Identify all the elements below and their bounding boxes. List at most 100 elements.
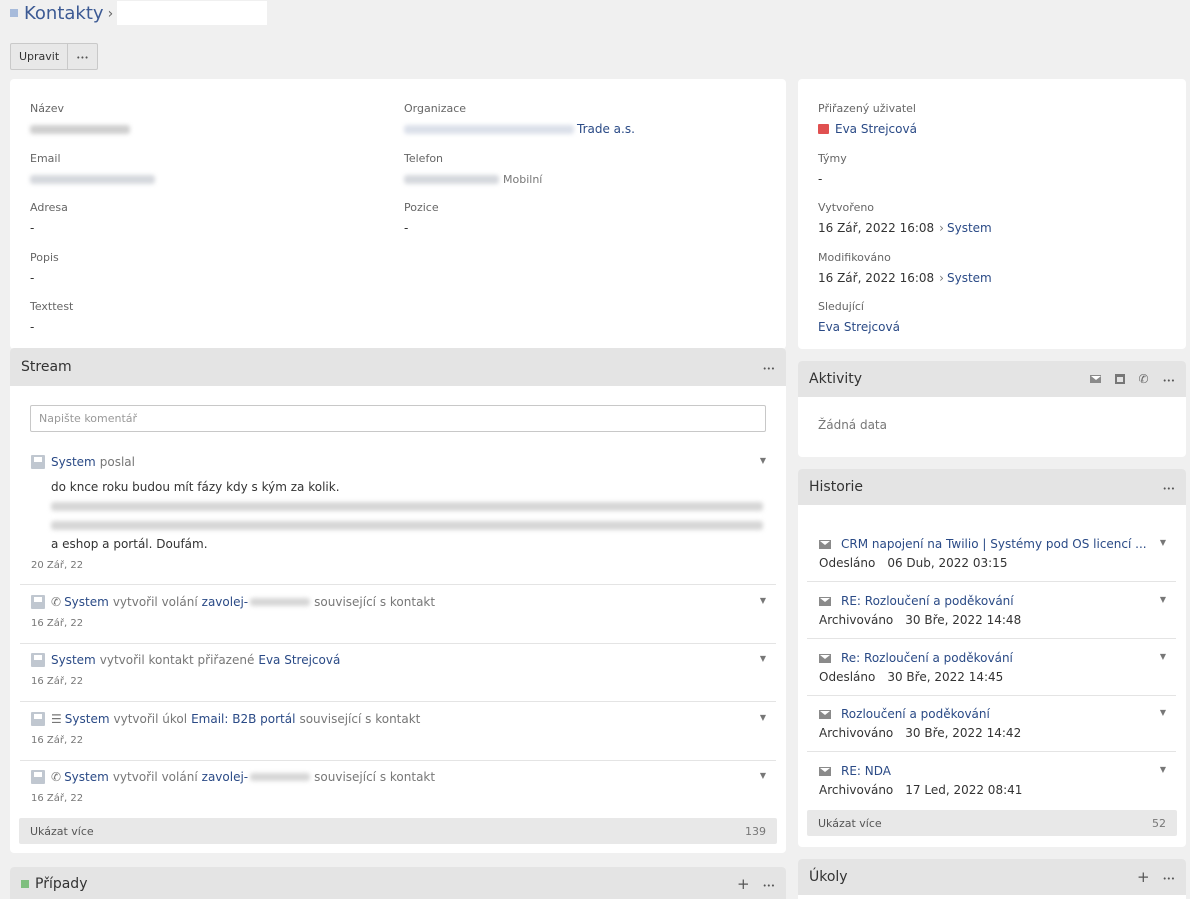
- system-avatar-icon: [31, 595, 45, 609]
- history-panel: Historie CRM napojení na Twilio | Systém…: [798, 469, 1186, 847]
- name-value: [30, 122, 130, 136]
- history-item-link[interactable]: Rozloučení a poděkování: [841, 707, 990, 721]
- history-caret-icon[interactable]: ▼: [1160, 765, 1166, 774]
- cases-menu-icon[interactable]: [763, 878, 775, 891]
- more-actions-button[interactable]: [67, 44, 96, 69]
- edit-button[interactable]: Upravit: [11, 44, 67, 69]
- history-item-link[interactable]: Re: Rozloučení a poděkování: [841, 651, 1013, 665]
- compose-email-icon[interactable]: [1089, 375, 1101, 383]
- position-label: Pozice: [404, 201, 439, 214]
- note-caret-icon[interactable]: ▼: [760, 596, 766, 605]
- modified-value: 16 Zář, 2022 16:08 › System: [818, 271, 992, 285]
- note-date: 16 Zář, 22: [31, 618, 84, 629]
- email-icon: [819, 766, 831, 776]
- activities-title: Aktivity: [809, 371, 863, 387]
- breadcrumb-module[interactable]: Kontakty: [24, 3, 104, 24]
- assigned-label: Přiřazený uživatel: [818, 102, 916, 115]
- teams-label: Týmy: [818, 152, 847, 165]
- note-date: 16 Zář, 22: [31, 793, 84, 804]
- phone-type: Mobilní: [503, 172, 543, 186]
- post-user-link[interactable]: System: [51, 455, 96, 469]
- field-teams: Týmy -: [818, 152, 847, 186]
- add-task-icon[interactable]: +: [1137, 868, 1150, 886]
- history-caret-icon[interactable]: ▼: [1160, 652, 1166, 661]
- history-item-link[interactable]: CRM napojení na Twilio | Systémy pod OS …: [841, 537, 1147, 551]
- post-caret-icon[interactable]: ▼: [760, 456, 766, 465]
- history-status: Odesláno: [819, 556, 876, 570]
- email-value[interactable]: [30, 172, 155, 186]
- modified-by-link[interactable]: System: [947, 271, 992, 285]
- note-call-link[interactable]: zavolej-: [202, 595, 248, 609]
- cases-color-icon: [21, 880, 29, 888]
- phone-label: Telefon: [404, 152, 444, 165]
- address-value: -: [30, 221, 35, 235]
- note-user-link[interactable]: System: [51, 653, 96, 667]
- name-label: Název: [30, 102, 65, 115]
- note-tail: související s kontakt: [299, 712, 421, 726]
- field-assigned-user: Přiřazený uživatel Eva Strejcová: [818, 102, 917, 136]
- stream-show-more-button[interactable]: Ukázat více 139: [19, 818, 777, 844]
- note-call-link[interactable]: zavolej-: [202, 770, 248, 784]
- note-caret-icon[interactable]: ▼: [760, 771, 766, 780]
- add-case-icon[interactable]: +: [737, 875, 750, 893]
- tasks-header: Úkoly +: [798, 859, 1186, 895]
- field-address: Adresa -: [30, 201, 68, 235]
- assigned-user-link[interactable]: Eva Strejcová: [835, 122, 917, 136]
- history-show-more-button[interactable]: Ukázat více 52: [807, 810, 1177, 836]
- note-assignee-link[interactable]: Eva Strejcová: [258, 653, 340, 667]
- note-date: 16 Zář, 22: [31, 676, 84, 687]
- log-call-icon[interactable]: ✆: [1139, 372, 1149, 386]
- texttest-value: -: [30, 320, 35, 334]
- note-caret-icon[interactable]: ▼: [760, 713, 766, 722]
- created-value: 16 Zář, 2022 16:08 › System: [818, 221, 992, 235]
- note-user-link[interactable]: System: [65, 712, 110, 726]
- field-phone: Telefon Mobilní: [404, 152, 542, 186]
- history-status: Archivováno: [819, 726, 894, 740]
- history-menu-icon[interactable]: [1163, 481, 1175, 494]
- tasks-menu-icon[interactable]: [1163, 871, 1175, 884]
- history-item-link[interactable]: RE: Rozloučení a poděkování: [841, 594, 1014, 608]
- post-body: do knce roku budou mít fázy kdy s kým za…: [20, 478, 776, 554]
- phone-value[interactable]: Mobilní: [404, 172, 542, 186]
- tasks-title: Úkoly: [809, 869, 848, 885]
- history-item: Rozloučení a poděkování ▼ Archivováno 30 …: [807, 706, 1176, 752]
- system-avatar-icon: [31, 653, 45, 667]
- schedule-meeting-icon[interactable]: [1114, 374, 1125, 384]
- history-item-link[interactable]: RE: NDA: [841, 764, 891, 778]
- created-label: Vytvořeno: [818, 201, 875, 214]
- tasks-panel: Úkoly +: [798, 859, 1186, 899]
- history-status: Archivováno: [819, 783, 894, 797]
- show-more-label: Ukázat více: [30, 824, 94, 838]
- stream-header: Stream: [10, 348, 786, 386]
- stream-panel: Stream Napište komentář System poslal ▼ …: [10, 348, 786, 853]
- note-user-link[interactable]: System: [64, 770, 109, 784]
- phone-icon: ✆: [51, 595, 62, 609]
- organization-link[interactable]: Trade a.s.: [577, 122, 635, 136]
- note-task-link[interactable]: Email: B2B portál: [191, 712, 295, 726]
- history-header: Historie: [798, 469, 1186, 505]
- email-icon: [819, 653, 831, 663]
- comment-input[interactable]: Napište komentář: [30, 405, 766, 432]
- stream-menu-icon[interactable]: [763, 361, 775, 374]
- history-title: Historie: [809, 479, 864, 495]
- note-tail: související s kontakt: [314, 595, 436, 609]
- note-caret-icon[interactable]: ▼: [760, 654, 766, 663]
- organization-value[interactable]: Trade a.s.: [404, 122, 635, 136]
- record-toolbar: Upravit: [10, 43, 98, 70]
- note-action: vytvořil volání: [112, 770, 198, 784]
- assigned-value[interactable]: Eva Strejcová: [818, 122, 917, 136]
- history-caret-icon[interactable]: ▼: [1160, 538, 1166, 547]
- email-icon: [819, 539, 831, 549]
- note-user-link[interactable]: System: [64, 595, 109, 609]
- field-position: Pozice -: [404, 201, 439, 235]
- page-header: Kontakty ›: [10, 0, 268, 26]
- side-panel: Přiřazený uživatel Eva Strejcová Týmy - …: [798, 79, 1186, 349]
- activities-header: Aktivity ✆: [798, 361, 1186, 397]
- activities-menu-icon[interactable]: [1163, 373, 1175, 386]
- show-more-label: Ukázat více: [818, 816, 882, 830]
- organization-label: Organizace: [404, 102, 467, 115]
- history-caret-icon[interactable]: ▼: [1160, 708, 1166, 717]
- follower-link[interactable]: Eva Strejcová: [818, 320, 900, 334]
- created-by-link[interactable]: System: [947, 221, 992, 235]
- history-caret-icon[interactable]: ▼: [1160, 595, 1166, 604]
